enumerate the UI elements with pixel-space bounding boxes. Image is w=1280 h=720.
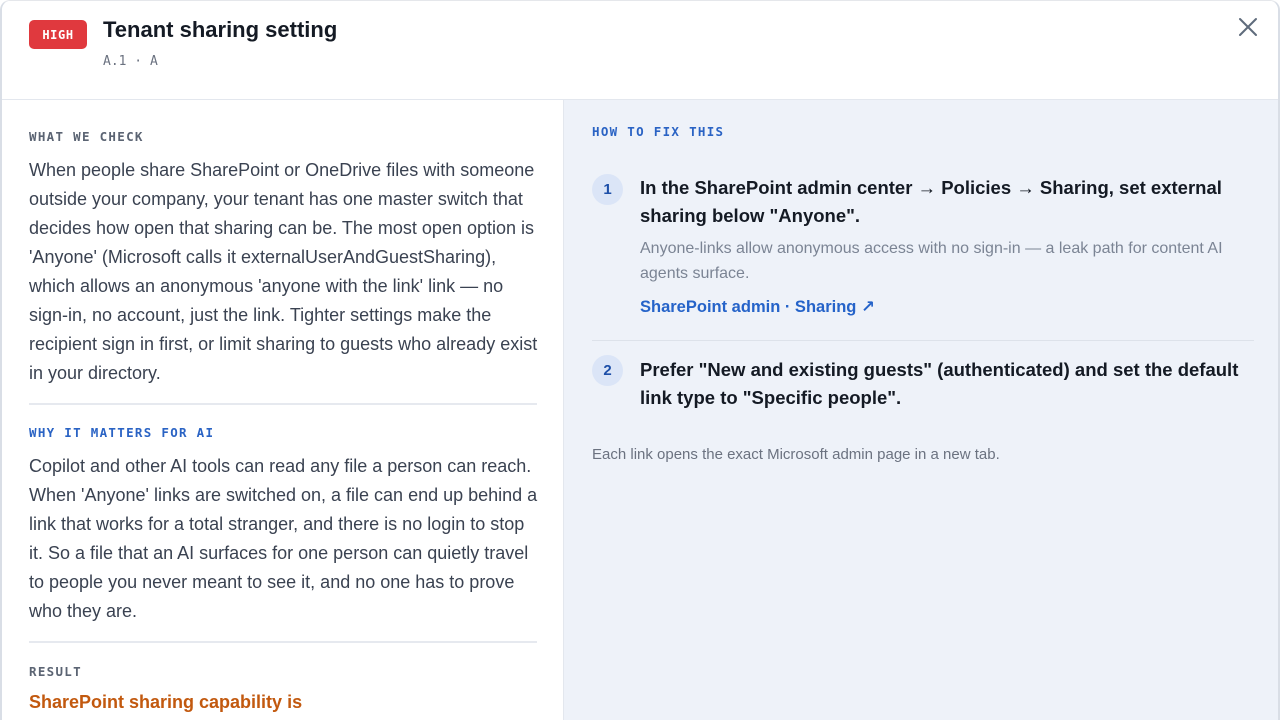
step-divider bbox=[592, 340, 1254, 341]
footnote: Each link opens the exact Microsoft admi… bbox=[592, 446, 1000, 463]
why-it-matters-label: WHY IT MATTERS FOR AI bbox=[29, 425, 215, 440]
step-title: In the SharePoint admin center → Policie… bbox=[640, 177, 1222, 226]
step-number: 1 bbox=[592, 174, 623, 205]
what-we-check-label: WHAT WE CHECK bbox=[29, 129, 144, 144]
step-title: Prefer "New and existing guests" (authen… bbox=[640, 359, 1239, 408]
finding-detail-dialog: HIGH Tenant sharing setting A.1 · A WHAT… bbox=[0, 0, 1280, 720]
severity-badge: HIGH bbox=[29, 20, 87, 49]
step-description: Anyone-links allow anonymous access with… bbox=[640, 240, 1223, 282]
close-icon bbox=[1239, 18, 1257, 36]
dialog-title: Tenant sharing setting bbox=[103, 17, 338, 42]
step-number: 2 bbox=[592, 355, 623, 386]
details-panel: WHAT WE CHECK When people share SharePoi… bbox=[2, 100, 564, 720]
dialog-header: HIGH Tenant sharing setting A.1 · A bbox=[2, 1, 1278, 100]
how-to-fix-label: HOW TO FIX THIS bbox=[592, 124, 725, 139]
sharepoint-admin-sharing-link[interactable]: SharePoint admin · Sharing ↗ bbox=[640, 297, 875, 317]
section-divider bbox=[29, 403, 537, 405]
section-divider bbox=[29, 641, 537, 643]
close-button[interactable] bbox=[1232, 11, 1264, 43]
what-we-check-text: When people share SharePoint or OneDrive… bbox=[29, 160, 538, 383]
result-label: RESULT bbox=[29, 664, 82, 679]
why-it-matters-text: Copilot and other AI tools can read any … bbox=[29, 456, 538, 621]
result-text: SharePoint sharing capability is bbox=[29, 692, 303, 712]
how-to-fix-panel: HOW TO FIX THIS 1 In the SharePoint admi… bbox=[564, 100, 1278, 720]
control-id: A.1 · A bbox=[103, 54, 158, 69]
